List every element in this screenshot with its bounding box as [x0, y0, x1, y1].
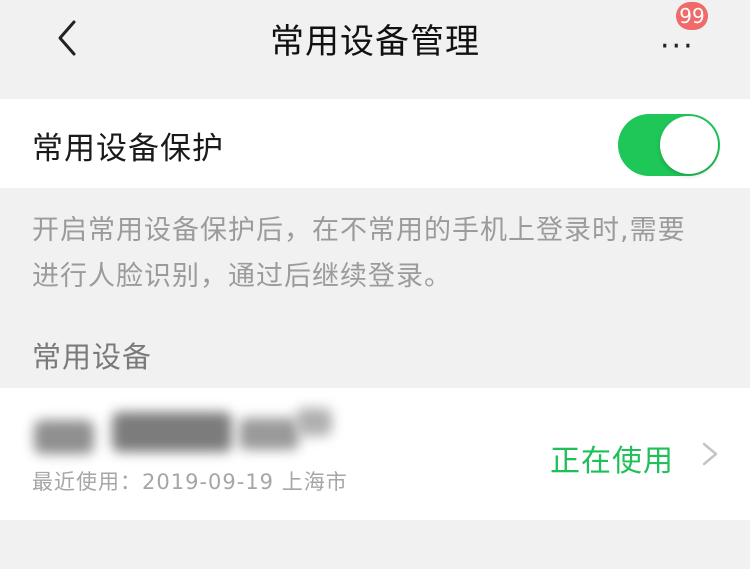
navigation-bar: 常用设备管理 ··· 99	[0, 0, 750, 90]
devices-section-title: 常用设备	[32, 340, 153, 374]
more-icon: ···	[660, 29, 695, 64]
device-list-item[interactable]: 最近使用：2019-09-19 上海市 正在使用	[0, 388, 750, 520]
protection-toggle[interactable]	[618, 114, 720, 176]
device-name-redacted	[34, 404, 334, 456]
notification-badge: 99	[676, 2, 708, 30]
page-title: 常用设备管理	[270, 22, 480, 62]
protection-description: 开启常用设备保护后，在不常用的手机上登录时,需要进行人脸识别，通过后继续登录。	[32, 215, 686, 292]
toggle-knob	[660, 116, 718, 174]
chevron-right-icon	[702, 442, 718, 466]
device-last-used: 最近使用：2019-09-19 上海市	[32, 470, 348, 494]
device-status: 正在使用	[550, 444, 674, 479]
protection-label: 常用设备保护	[32, 131, 224, 167]
